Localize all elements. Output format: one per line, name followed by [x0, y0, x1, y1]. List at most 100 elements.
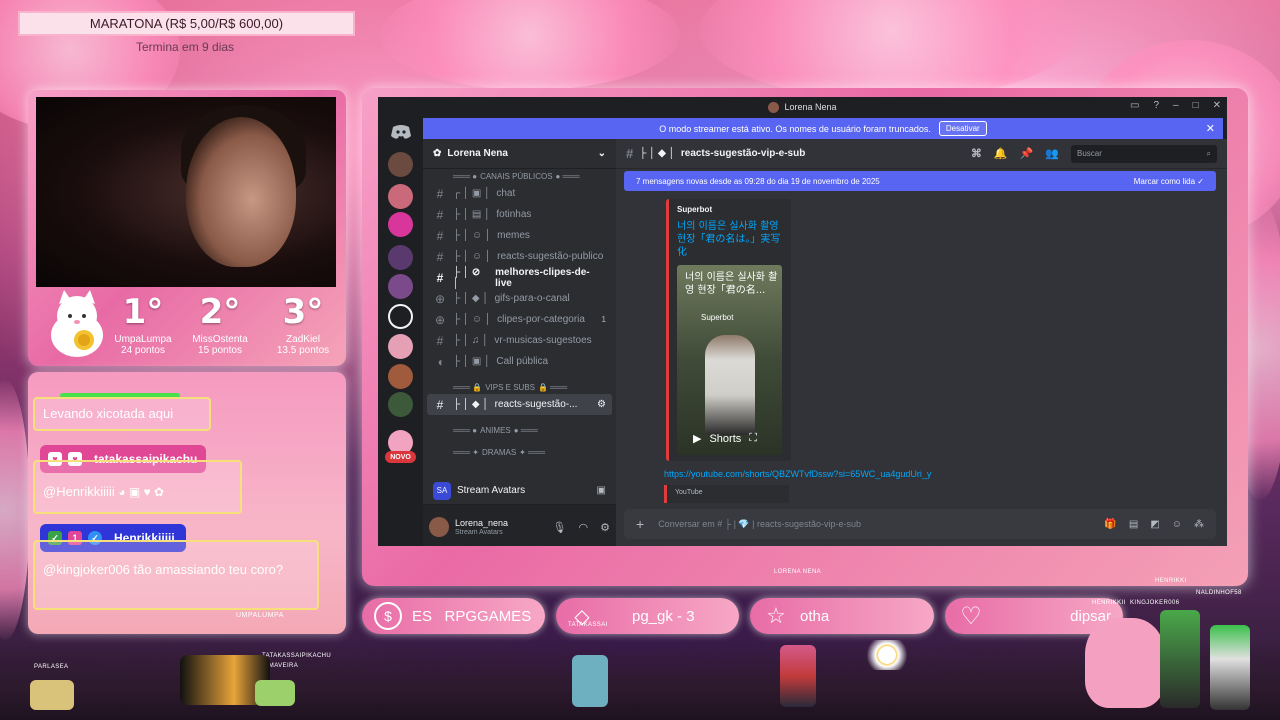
channel-item[interactable]: # ┌ │ ▣ │ chat	[423, 183, 616, 204]
star-icon: ☆	[766, 603, 786, 628]
leaderboard-third: 3° ZadKiel 13.5 pontos	[276, 292, 330, 356]
bottom-pill-otha: ☆ otha	[750, 598, 934, 634]
goal-subtitle: Termina em 9 dias	[136, 40, 235, 54]
discord-window: Lorena Nena ▭ ? – □ ✕ O modo streamer es…	[378, 97, 1227, 546]
server-header[interactable]: ✿ Lorena Nena ⌄	[423, 139, 616, 169]
channel-item[interactable]: # ├ │ ♫ │ vr-musicas-sugestoes	[423, 330, 616, 351]
server-icon[interactable]	[388, 184, 413, 209]
server-icon[interactable]	[388, 245, 413, 270]
leaderboard-first: 1° UmpaLumpa 24 pontos	[114, 292, 172, 356]
hash-icon: #	[436, 186, 444, 201]
embed-title[interactable]: 너의 이름은 실사화 촬영 현장「君の名は。」実写化	[677, 220, 783, 259]
monitor-icon[interactable]: ▣	[597, 485, 606, 496]
chevron-down-icon: ⌄	[597, 148, 606, 159]
play-icon[interactable]: ▶	[693, 432, 701, 445]
help-icon[interactable]: ?	[1153, 100, 1159, 111]
channel-item[interactable]: ⊕ ├ │ ☺ │ clipes-por-categoria 1	[423, 309, 616, 330]
server-list: NOVO	[378, 117, 423, 546]
stream-label: LORENA NENA	[774, 569, 822, 575]
message-area: # ├ │ ◆ │ reacts-sugestão-vip-e-sub ⌘ 🔔 …	[616, 139, 1227, 546]
forum-icon: ⊕	[434, 291, 446, 306]
category-header[interactable]: ═══ ✦ DRAMAS ✦ ═══	[423, 445, 616, 459]
channel-item[interactable]: # ├ │ ☺ │ reacts-sugestão-publico	[423, 246, 616, 267]
close-icon[interactable]: ✕	[1206, 122, 1215, 135]
category-header[interactable]: ═══ 🔒 VIPS E SUBS 🔒 ═══	[423, 380, 616, 394]
chat-footer-label: UMPALUMPA	[236, 612, 284, 619]
discord-icon[interactable]	[390, 124, 412, 140]
flower-icon	[862, 640, 912, 670]
hash-icon: #	[436, 333, 444, 348]
window-title: Lorena Nena	[784, 102, 837, 112]
channel-item[interactable]: ◖ ├ │ ▣ │ Call pública	[423, 351, 616, 372]
new-messages-bar[interactable]: 7 mensagens novas desde as 09:28 do dia …	[624, 171, 1216, 191]
microphone-icon[interactable]: 🎙	[553, 521, 567, 534]
members-icon[interactable]: 👥	[1045, 147, 1059, 160]
server-icon[interactable]	[388, 152, 413, 177]
plus-icon[interactable]: +	[636, 516, 644, 532]
new-badge: NOVO	[385, 451, 416, 463]
server-icon[interactable]	[388, 392, 413, 417]
server-icon[interactable]	[388, 212, 413, 237]
message-composer[interactable]: + Conversar em # ├ | 💎 | reacts-sugestão…	[624, 509, 1216, 539]
fullscreen-icon[interactable]: ⛶	[749, 432, 757, 445]
composer-placeholder: Conversar em # ├ | 💎 | reacts-sugestão-v…	[658, 518, 862, 529]
pin-icon[interactable]: 📌	[1020, 147, 1034, 160]
channel-item-active[interactable]: # ├ │ ◆ │ reacts-sugestão-... ⚙	[427, 394, 612, 415]
hash-icon: #	[436, 397, 444, 412]
headphones-icon[interactable]: ◠	[579, 521, 589, 534]
embed-author: Superbot	[677, 205, 713, 214]
voice-icon: ◖	[436, 354, 444, 369]
search-input[interactable]: Buscar ⌕	[1071, 144, 1217, 163]
pixel-sprite	[255, 680, 295, 706]
current-user[interactable]: Lorena_nena Stream Avatars 🎙 ◠ ⚙	[423, 509, 616, 545]
sticker-icon[interactable]: ◩	[1150, 519, 1159, 530]
sprite-label: TATAKASSAI	[568, 622, 608, 628]
minimize-icon[interactable]: –	[1173, 100, 1179, 111]
server-icon[interactable]	[388, 304, 413, 329]
settings-icon[interactable]: ⚙	[597, 399, 606, 410]
gift-icon[interactable]: 🎁	[1104, 519, 1116, 530]
message-embed: Superbot 너의 이름은 실사화 촬영 현장「君の名は。」実写化 너의 이…	[666, 199, 791, 461]
channel-item[interactable]: ⊕ ├ │ ◆ │ gifs-para-o-canal	[423, 288, 616, 309]
channel-header: # ├ │ ◆ │ reacts-sugestão-vip-e-sub ⌘ 🔔 …	[616, 139, 1227, 169]
user-panel: SA Stream Avatars ▣ Lorena_nena Stream A…	[423, 477, 616, 546]
channel-item[interactable]: # ├ │ ⊘ │ melhores-clipes-de-live	[423, 267, 616, 289]
channel-item[interactable]: # ├ │ ☺ │ memes	[423, 225, 616, 246]
close-icon[interactable]: ✕	[1213, 100, 1221, 111]
stream-avatars-icon: SA	[433, 481, 451, 500]
pixel-sprite	[1085, 618, 1165, 708]
stream-avatars-activity[interactable]: SA Stream Avatars ▣	[423, 477, 616, 505]
server-icon[interactable]	[388, 274, 413, 299]
emote-icons: ◕ ▣ ♥ ✿	[118, 485, 165, 499]
threads-icon[interactable]: ⌘	[971, 147, 982, 160]
sprite-label: HENRIKKII	[1092, 600, 1126, 606]
video-thumbnail[interactable]: 너의 이름은 실사화 촬영 현장「君の名... Superbot ▶ Short…	[677, 265, 782, 455]
youtube-link[interactable]: https://youtube.com/shorts/QBZWTvfDssw?s…	[664, 469, 931, 479]
hash-icon: #	[436, 228, 444, 243]
gif-icon[interactable]: ▤	[1129, 519, 1138, 530]
sprite-label: HENRIKKI	[1155, 578, 1187, 584]
chat-message: Levando xicotada aqui	[33, 397, 211, 431]
category-header[interactable]: ═══ ● ANIMES ● ═══	[423, 423, 616, 437]
inbox-icon[interactable]: ▭	[1130, 100, 1139, 111]
gear-icon[interactable]: ⚙	[600, 521, 610, 534]
apps-icon[interactable]: ⁂	[1194, 519, 1204, 530]
channel-title: reacts-sugestão-vip-e-sub	[680, 148, 806, 159]
maximize-icon[interactable]: □	[1193, 100, 1199, 111]
heart-icon: ♡	[960, 602, 982, 630]
channel-item[interactable]: # ├ │ ▤ │ fotinhas	[423, 204, 616, 225]
window-titlebar: Lorena Nena ▭ ? – □ ✕	[378, 97, 1227, 117]
pixel-sprite	[780, 645, 816, 707]
disable-streamer-button[interactable]: Desativar	[938, 121, 987, 136]
avatar	[768, 101, 780, 113]
server-icon[interactable]	[388, 364, 413, 389]
bell-icon[interactable]: 🔔	[994, 147, 1008, 160]
leaderboard-second: 2° MissOstenta 15 pontos	[192, 292, 248, 356]
sprite-label: KINGJOKER006	[1130, 600, 1180, 606]
server-icon[interactable]	[388, 334, 413, 359]
bottom-pill-pg: ◇ pg_gk - 3	[556, 598, 739, 634]
mark-read-button[interactable]: Marcar como lida ✓	[1134, 177, 1204, 186]
emoji-icon[interactable]: ☺	[1172, 519, 1182, 530]
category-header[interactable]: ═══ ● CANAIS PÚBLICOS ● ═══	[423, 169, 616, 183]
pixel-sprite	[1210, 625, 1250, 710]
